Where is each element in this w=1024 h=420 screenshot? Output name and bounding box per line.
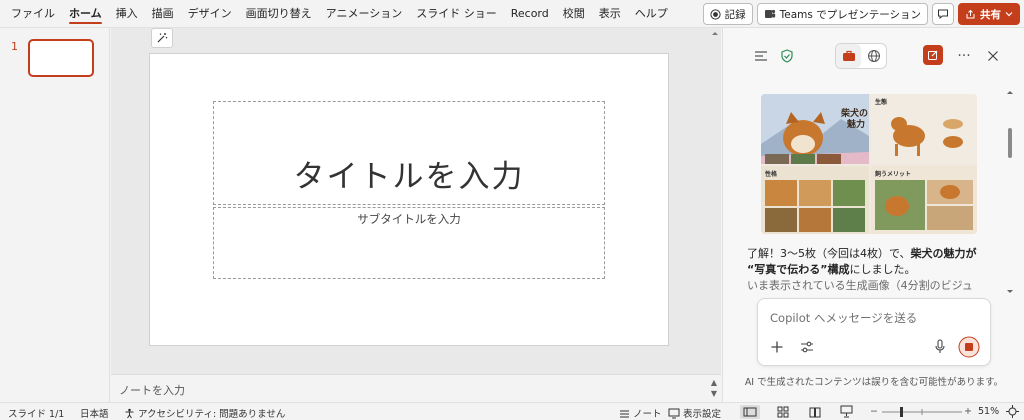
designer-button[interactable] <box>151 28 173 48</box>
message-line3: いま表示されている生成画像（4分割のビジュ <box>747 279 973 292</box>
message-line1-bold: 柴犬の魅力が <box>910 247 977 260</box>
header-actions: 記録 Teams でプレゼンテーション 共有 <box>702 3 1020 25</box>
tab-insert[interactable]: 挿入 <box>109 0 145 28</box>
title-placeholder[interactable]: タイトルを入力 <box>213 101 605 205</box>
notes-toggle-label: ノート <box>633 409 662 420</box>
copilot-pane: ··· 柴犬の魅力 生態 性格 飼うメリット 了解！3〜5枚（今回は4枚）で、柴… <box>722 28 1024 402</box>
zoom-level[interactable]: 51% <box>978 406 999 417</box>
slide-thumbnail[interactable] <box>28 39 94 77</box>
subtitle-placeholder[interactable]: サブタイトルを入力 <box>213 207 605 279</box>
slideshow-view-icon[interactable] <box>840 405 853 418</box>
tab-record[interactable]: Record <box>504 0 556 28</box>
share-label: 共有 <box>980 8 1001 21</box>
new-chat-button[interactable] <box>923 45 943 65</box>
display-settings-button[interactable]: 表示設定 <box>668 406 721 420</box>
message-line2-suffix: にしました。 <box>849 263 916 276</box>
slide-number: 1 <box>11 40 18 53</box>
tab-view[interactable]: 表示 <box>592 0 628 28</box>
record-icon <box>710 8 721 20</box>
record-button[interactable]: 記録 <box>702 3 753 25</box>
stop-generating-button[interactable] <box>958 336 980 358</box>
notes-scroll-arrows[interactable]: ▲ ▼ <box>711 377 717 399</box>
collage-label-ecology: 生態 <box>875 98 887 106</box>
more-options-icon[interactable]: ··· <box>955 48 973 64</box>
briefcase-icon <box>842 50 855 61</box>
tab-design[interactable]: デザイン <box>181 0 239 28</box>
ai-disclaimer: AI で生成されたコンテンツは誤りを含む可能性があります。 <box>744 377 1004 388</box>
record-label: 記録 <box>724 8 746 21</box>
notes-toggle[interactable]: ノート <box>619 406 662 420</box>
language-indicator[interactable]: 日本語 <box>80 406 109 420</box>
notes-placeholder: ノートを入力 <box>119 384 185 397</box>
display-settings-label: 表示設定 <box>683 409 722 420</box>
menu-bar: ファイル ホーム 挿入 描画 デザイン 画面切り替え アニメーション スライド … <box>0 0 1024 28</box>
slide-canvas[interactable]: タイトルを入力 サブタイトルを入力 <box>149 53 669 346</box>
tab-animations[interactable]: アニメーション <box>319 0 410 28</box>
zoom-out-button[interactable]: − <box>870 406 878 417</box>
chevron-down-icon[interactable] <box>1005 10 1013 18</box>
slide-counter-text: スライド 1/1 <box>8 409 65 420</box>
tab-slideshow[interactable]: スライド ショー <box>409 0 504 28</box>
tab-help[interactable]: ヘルプ <box>628 0 675 28</box>
collage-label-merits: 飼うメリット <box>874 170 911 178</box>
tab-review[interactable]: 校閲 <box>556 0 592 28</box>
zoom-level-text: 51% <box>978 406 1000 417</box>
editor-scrollbar[interactable] <box>709 28 721 374</box>
globe-icon <box>867 50 880 62</box>
web-mode-button[interactable] <box>861 44 886 68</box>
comment-icon <box>938 9 948 20</box>
slide-thumbnail-pane: 1 <box>0 28 110 402</box>
microphone-icon[interactable] <box>934 339 946 355</box>
message-input[interactable]: Copilot へメッセージを送る <box>770 310 917 326</box>
slide-counter: スライド 1/1 <box>8 406 64 420</box>
teams-present-button[interactable]: Teams でプレゼンテーション <box>756 3 928 25</box>
normal-view-icon[interactable] <box>740 405 760 419</box>
accessibility-text: アクセシビリティ: 問題ありません <box>138 409 286 420</box>
status-bar: スライド 1/1 日本語 アクセシビリティ: 問題ありません ノート 表示設定 … <box>0 402 1024 420</box>
notes-pane[interactable]: ノートを入力 ▲ ▼ <box>111 374 721 402</box>
shield-check-icon <box>779 48 795 64</box>
message-line1-prefix: 了解！3〜5枚（今回は4枚）で、 <box>747 247 911 260</box>
tab-draw[interactable]: 描画 <box>145 0 181 28</box>
copilot-message: 了解！3〜5枚（今回は4枚）で、柴犬の魅力が “写真で伝わる”構成にしました。 … <box>747 246 1009 294</box>
work-mode-button[interactable] <box>836 44 861 68</box>
slide-sorter-icon[interactable] <box>777 406 789 418</box>
ribbon-tabs: ファイル ホーム 挿入 描画 デザイン 画面切り替え アニメーション スライド … <box>0 0 675 28</box>
powerpoint-window: ファイル ホーム 挿入 描画 デザイン 画面切り替え アニメーション スライド … <box>0 0 1024 420</box>
reading-view-icon[interactable] <box>809 406 821 418</box>
fit-to-window-icon[interactable] <box>1006 405 1019 418</box>
plus-icon[interactable] <box>770 340 784 354</box>
teams-label: Teams でプレゼンテーション <box>779 8 921 21</box>
generated-image[interactable]: 柴犬の魅力 生態 性格 飼うメリット <box>761 94 977 234</box>
close-icon[interactable] <box>985 48 1001 64</box>
notes-icon <box>620 410 629 417</box>
compose-icon <box>928 50 938 60</box>
magic-wand-icon <box>157 33 168 43</box>
accessibility-icon <box>125 408 134 418</box>
teams-icon <box>764 9 775 18</box>
copilot-compose-box[interactable]: Copilot へメッセージを送る <box>757 298 991 366</box>
display-settings-icon <box>668 408 680 418</box>
zoom-slider[interactable] <box>882 407 962 417</box>
share-icon <box>966 9 975 18</box>
message-line2-bold: “写真で伝わる”構成 <box>747 263 850 276</box>
zoom-in-button[interactable]: + <box>964 406 972 417</box>
copilot-mode-toggle <box>835 43 887 69</box>
copilot-scrollbar[interactable] <box>1005 88 1015 298</box>
comments-button[interactable] <box>932 3 954 25</box>
share-button[interactable]: 共有 <box>958 3 1020 25</box>
language-text: 日本語 <box>80 409 109 420</box>
menu-lines-icon[interactable] <box>753 48 769 64</box>
tab-transitions[interactable]: 画面切り替え <box>239 0 319 28</box>
chat-history: 柴犬の魅力 生態 性格 飼うメリット 了解！3〜5枚（今回は4枚）で、柴犬の魅力… <box>745 86 1011 316</box>
collage-label-personality: 性格 <box>764 170 778 178</box>
tab-file[interactable]: ファイル <box>4 0 62 28</box>
accessibility-status[interactable]: アクセシビリティ: 問題ありません <box>124 406 285 420</box>
tab-home[interactable]: ホーム <box>62 0 109 28</box>
sliders-icon[interactable] <box>800 340 814 354</box>
shiba-collage-graphic: 柴犬の魅力 生態 性格 飼うメリット <box>761 94 977 234</box>
slide-editor: タイトルを入力 サブタイトルを入力 <box>111 28 721 374</box>
